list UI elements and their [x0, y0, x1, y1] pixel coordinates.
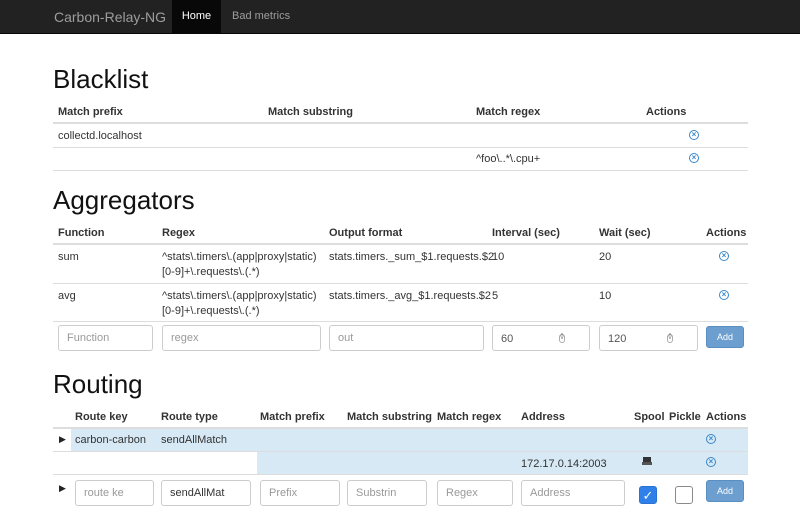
route-header-substring: Match substring [347, 411, 432, 423]
remove-icon[interactable]: × [689, 130, 699, 140]
remove-icon[interactable]: × [706, 434, 716, 444]
blacklist-header-substring: Match substring [268, 106, 353, 118]
blacklist-header-prefix: Match prefix [58, 106, 123, 118]
route-header-address: Address [521, 411, 566, 423]
route-address-input[interactable] [521, 480, 625, 506]
agg-function-cell: sum [58, 251, 79, 263]
navbar: Carbon-Relay-NG Home Bad metrics [0, 0, 800, 34]
agg-wait-cell: 20 [599, 251, 612, 263]
agg-interval-input[interactable]: 60 ˄ ˅ [492, 325, 590, 351]
destination-address-cell: 172.17.0.14:2003 [521, 458, 607, 470]
route-header-spool: Spool [634, 411, 665, 423]
expand-caret-icon[interactable]: ▶ [59, 483, 66, 494]
aggregators-title: Aggregators [53, 185, 195, 215]
blacklist-header-actions: Actions [646, 106, 687, 118]
divider [53, 321, 748, 322]
brand-link[interactable]: Carbon-Relay-NG [54, 9, 166, 25]
agg-interval-cell: 5 [492, 290, 499, 302]
route-header-regex: Match regex [437, 411, 502, 423]
spool-checkbox[interactable]: ✓ [639, 486, 657, 504]
agg-wait-input[interactable]: 120 ˄ ˅ [599, 325, 698, 351]
route-header-key: Route key [75, 411, 128, 423]
spinner-icon[interactable]: ˄ ˅ [667, 333, 673, 343]
agg-wait-value: 120 [608, 333, 627, 345]
pickle-checkbox[interactable] [675, 486, 693, 504]
agg-interval-cell: 10 [492, 251, 505, 263]
agg-regex-cell-line1: ^stats\.timers\.(app|proxy|static) [162, 251, 317, 263]
remove-icon[interactable]: × [719, 251, 729, 261]
blacklist-title: Blacklist [53, 64, 149, 94]
agg-header-actions: Actions [706, 227, 747, 239]
route-regex-input[interactable] [437, 480, 513, 506]
agg-header-output: Output format [329, 227, 403, 239]
route-prefix-input[interactable] [260, 480, 340, 506]
agg-function-cell: avg [58, 290, 76, 302]
agg-regex-cell-line2: [0-9]+\.requests\.(.*) [162, 305, 260, 317]
agg-header-regex: Regex [162, 227, 196, 239]
agg-header-function: Function [58, 227, 105, 239]
blacklist-regex-cell: ^foo\..*\.cpu+ [476, 153, 541, 165]
remove-icon[interactable]: × [719, 290, 729, 300]
route-substring-input[interactable] [347, 480, 427, 506]
agg-interval-value: 60 [501, 333, 514, 345]
divider [53, 147, 748, 148]
route-header-type: Route type [161, 411, 218, 423]
route-key-cell: carbon-carbon [75, 434, 146, 446]
agg-function-input[interactable] [58, 325, 153, 351]
route-type-input[interactable] [161, 480, 251, 506]
routing-title: Routing [53, 369, 143, 399]
route-type-cell: sendAllMatch [161, 434, 228, 446]
spool-disk-icon [642, 457, 652, 465]
agg-regex-input[interactable] [162, 325, 321, 351]
route-add-button[interactable]: Add [706, 480, 744, 502]
blacklist-header-regex: Match regex [476, 106, 541, 118]
agg-regex-cell-line1: ^stats\.timers\.(app|proxy|static) [162, 290, 317, 302]
nav-bad-metrics[interactable]: Bad metrics [232, 0, 290, 34]
agg-regex-cell-line2: [0-9]+\.requests\.(.*) [162, 266, 260, 278]
remove-icon[interactable]: × [706, 457, 716, 467]
divider [53, 283, 748, 284]
expand-caret-icon[interactable]: ▶ [59, 434, 66, 445]
nav-home[interactable]: Home [172, 0, 221, 34]
route-header-actions: Actions [706, 411, 747, 423]
divider [53, 474, 748, 475]
agg-output-cell: stats.timers._avg_$1.requests.$2 [329, 290, 492, 302]
agg-header-interval: Interval (sec) [492, 227, 560, 239]
route-header-prefix: Match prefix [260, 411, 325, 423]
agg-header-wait: Wait (sec) [599, 227, 651, 239]
divider [53, 122, 748, 124]
agg-output-cell: stats.timers._sum_$1.requests.$2 [329, 251, 495, 263]
remove-icon[interactable]: × [689, 153, 699, 163]
agg-wait-cell: 10 [599, 290, 612, 302]
route-header-pickle: Pickle [669, 411, 701, 423]
destination-row-highlight [257, 452, 748, 474]
divider [53, 243, 748, 245]
agg-out-input[interactable] [329, 325, 484, 351]
spinner-icon[interactable]: ˄ ˅ [559, 333, 565, 343]
route-key-input[interactable] [75, 480, 154, 506]
blacklist-prefix-cell: collectd.localhost [58, 130, 142, 142]
agg-add-button[interactable]: Add [706, 326, 744, 348]
divider [53, 170, 748, 171]
